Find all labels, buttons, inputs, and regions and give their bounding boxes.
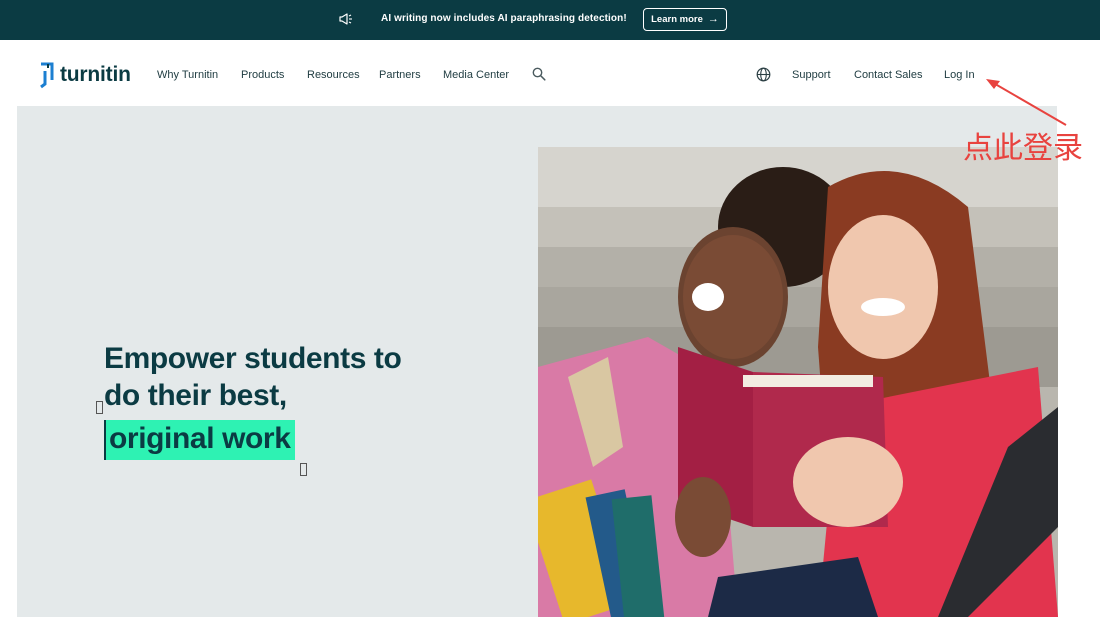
learn-more-label: Learn more [651, 14, 703, 25]
announcement-message: AI writing now includes AI paraphrasing … [381, 13, 627, 24]
nav-products[interactable]: Products [241, 69, 284, 81]
search-icon[interactable] [532, 67, 546, 81]
hero-headline: Empower students to do their best, origi… [104, 340, 402, 460]
annotation-text: 点此登录 [963, 131, 1083, 166]
annotation-arrow [986, 79, 1067, 126]
megaphone-icon [339, 13, 352, 25]
nav-support[interactable]: Support [792, 69, 831, 81]
hero-image-students [538, 147, 1058, 617]
announcement-bar: AI writing now includes AI paraphrasing … [0, 0, 1100, 40]
nav-partners[interactable]: Partners [379, 69, 421, 81]
headline-highlight: original work [104, 420, 295, 460]
learn-more-button[interactable]: Learn more → [643, 8, 727, 31]
turnitin-logo-icon [40, 62, 54, 89]
selection-handle-end [300, 463, 307, 476]
headline-line-1: Empower students to [104, 342, 402, 375]
selection-handle-start [96, 401, 103, 414]
nav-contact-sales[interactable]: Contact Sales [854, 69, 922, 81]
nav-resources[interactable]: Resources [307, 69, 360, 81]
turnitin-logo[interactable]: turnitin [37, 60, 131, 90]
nav-log-in[interactable]: Log In [944, 69, 975, 81]
brand-name: turnitin [60, 63, 131, 86]
nav-media-center[interactable]: Media Center [443, 69, 509, 81]
students-photo-illustration [538, 147, 1058, 617]
arrow-right-icon: → [707, 13, 719, 25]
nav-why-turnitin[interactable]: Why Turnitin [157, 69, 218, 81]
main-navigation: turnitin Why Turnitin Products Resources… [0, 40, 1100, 106]
headline-line-2: do their best, [104, 379, 287, 412]
globe-icon[interactable] [756, 67, 771, 82]
